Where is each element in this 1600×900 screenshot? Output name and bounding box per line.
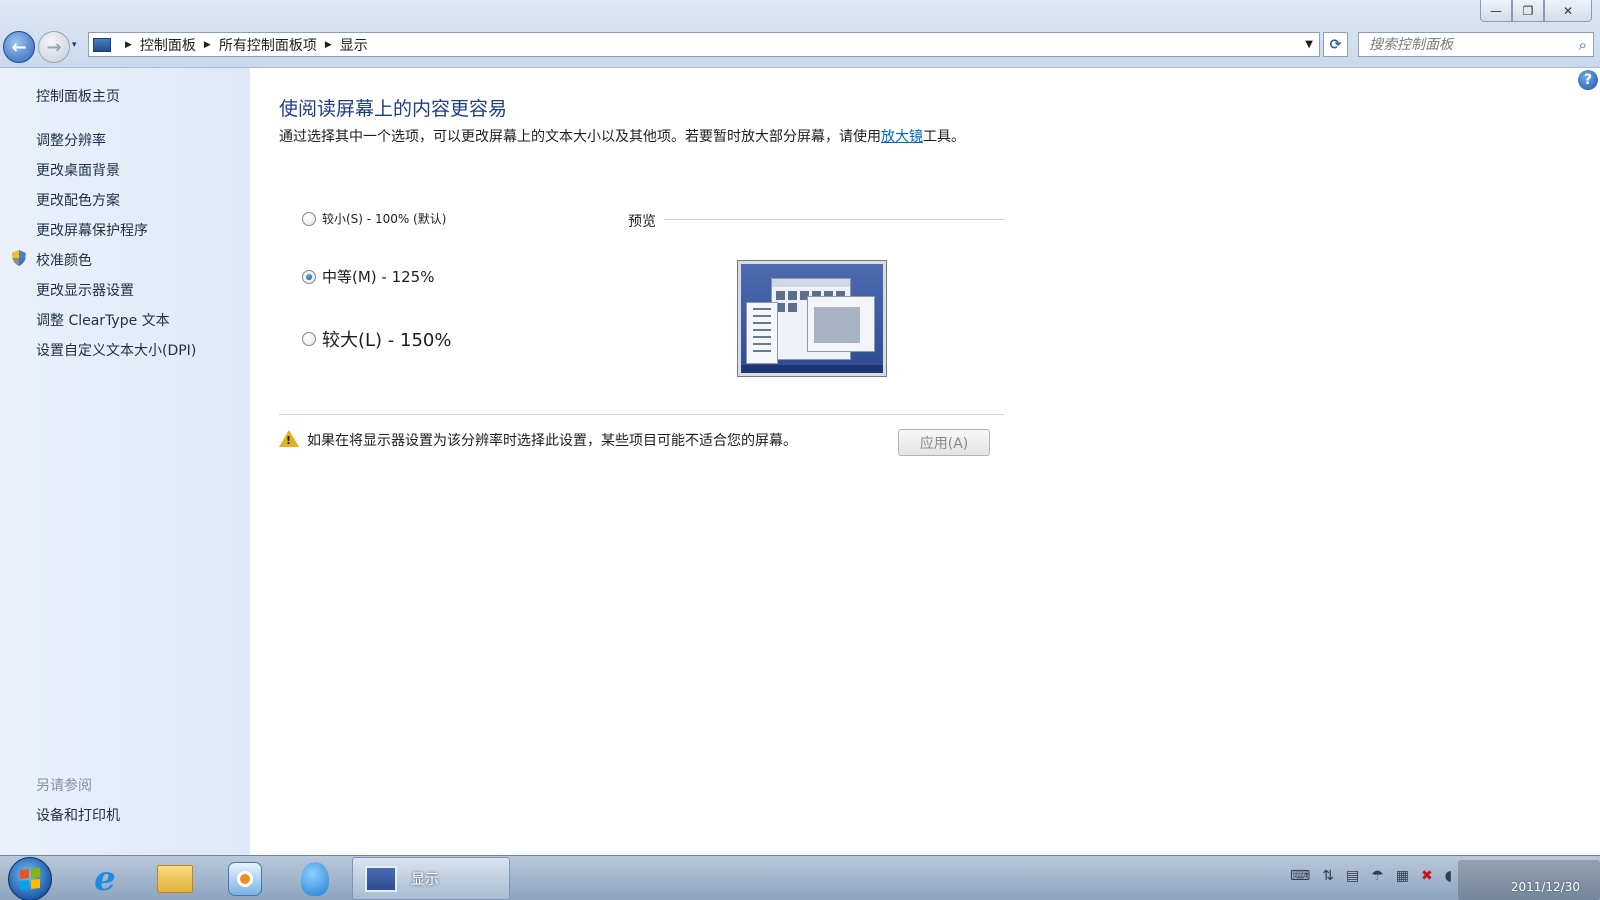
description-text-end: 工具。 (923, 129, 965, 145)
preview-image (737, 260, 887, 377)
close-button[interactable]: ✕ (1544, 0, 1592, 22)
taskbar-explorer[interactable] (150, 860, 200, 898)
breadcrumb-separator[interactable]: ▶ (325, 40, 332, 50)
taskbar-media-player[interactable] (220, 860, 270, 898)
network-icon[interactable]: ⇅ (1322, 868, 1334, 884)
page-title: 使阅读屏幕上的内容更容易 (279, 98, 508, 120)
sidebar-item-screensaver[interactable]: 更改屏幕保护程序 (36, 220, 148, 240)
breadcrumb-control-panel[interactable]: 控制面板 (140, 35, 196, 55)
sidebar: 控制面板主页 调整分辨率 更改桌面背景 更改配色方案 更改屏幕保护程序 校准颜色… (0, 68, 250, 855)
sidebar-item-cleartype[interactable]: 调整 ClearType 文本 (36, 310, 170, 330)
apply-button[interactable]: 应用(A) (898, 429, 990, 456)
uac-shield-icon (12, 250, 26, 266)
volume-icon[interactable]: ◖ (1445, 868, 1452, 884)
sidebar-item-home[interactable]: 控制面板主页 (36, 86, 120, 106)
error-icon[interactable]: ✖ (1421, 868, 1433, 884)
security-icon[interactable]: ▤ (1346, 868, 1359, 884)
breadcrumb-separator: ▶ (125, 39, 132, 50)
sidebar-item-color-scheme[interactable]: 更改配色方案 (36, 190, 120, 210)
preview-window (807, 296, 875, 352)
display-window-icon (365, 865, 397, 892)
preview-taskbar (741, 365, 883, 373)
start-button[interactable] (8, 857, 52, 900)
refresh-icon: ⟳ (1329, 36, 1342, 53)
sidebar-item-calibrate-color[interactable]: 校准颜色 (36, 250, 92, 270)
breadcrumb-all-items[interactable]: 所有控制面板项 (219, 35, 317, 55)
page-description: 通过选择其中一个选项，可以更改屏幕上的文本大小以及其他项。若要暂时放大部分屏幕，… (279, 127, 999, 148)
taskbar-display-label: 显示 (411, 871, 439, 888)
clock[interactable]: 2011/12/30 (1511, 860, 1580, 894)
see-also-devices-printers[interactable]: 设备和打印机 (36, 805, 120, 825)
taskbar: e 显示 ⌨ ⇅ ▤ ☂ ▦ ✖ ◖ 2011/12/30 (0, 855, 1600, 900)
help-icon: ? (1583, 72, 1593, 88)
magnifier-link[interactable]: 放大镜 (881, 129, 923, 145)
qq-icon (301, 862, 329, 896)
search-icon[interactable]: ⌕ (1579, 36, 1587, 54)
umbrella-icon[interactable]: ☂ (1371, 868, 1384, 884)
folder-icon (157, 865, 193, 893)
preview-screen (741, 264, 883, 373)
display-icon[interactable]: ▦ (1396, 868, 1409, 884)
internet-explorer-icon: e (94, 859, 116, 899)
warning-mark: ! (286, 434, 292, 447)
option-larger-label[interactable]: 较大(L) - 150% (322, 326, 451, 352)
sidebar-item-custom-dpi[interactable]: 设置自定义文本大小(DPI) (36, 340, 196, 360)
breadcrumb-display[interactable]: 显示 (340, 35, 368, 55)
warning-text: 如果在将显示器设置为该分辨率时选择此设置，某些项目可能不适合您的屏幕。 (307, 433, 797, 449)
breadcrumb-separator[interactable]: ▶ (204, 40, 211, 50)
preview-label: 预览 (628, 214, 656, 230)
system-tray: ⌨ ⇅ ▤ ☂ ▦ ✖ ◖ (1290, 868, 1452, 884)
option-medium[interactable]: 中等(M) - 125% (302, 266, 434, 287)
windows-logo-icon (20, 867, 40, 891)
option-smaller[interactable]: 较小(S) - 100% (默认) (302, 210, 446, 227)
taskbar-display-window[interactable]: 显示 (352, 857, 510, 900)
divider (279, 414, 1004, 415)
window-controls: — ❐ ✕ (1480, 0, 1592, 22)
restore-button[interactable]: ❐ (1512, 0, 1544, 22)
radio-larger[interactable] (302, 332, 316, 346)
address-dropdown-icon[interactable]: ▼ (1305, 39, 1313, 50)
minimize-button[interactable]: — (1480, 0, 1512, 22)
clock-date: 2011/12/30 (1510, 880, 1580, 894)
address-bar[interactable]: ▶ 控制面板 ▶ 所有控制面板项 ▶ 显示 ▼ (88, 32, 1320, 57)
search-input[interactable] (1359, 33, 1559, 56)
preview-window (746, 302, 778, 364)
refresh-button[interactable]: ⟳ (1323, 32, 1348, 57)
taskbar-ie[interactable]: e (80, 859, 130, 899)
control-panel-icon (93, 37, 111, 52)
forward-arrow-icon: → (46, 36, 62, 58)
see-also-heading: 另请参阅 (36, 778, 92, 794)
back-arrow-icon: ← (11, 36, 27, 58)
back-button[interactable]: ← (3, 31, 35, 63)
sidebar-item-background[interactable]: 更改桌面背景 (36, 160, 120, 180)
title-bar: — ❐ ✕ ← → ▾ ▶ 控制面板 ▶ 所有控制面板项 ▶ 显示 ▼ ⟳ ⌕ (0, 0, 1600, 68)
search-box[interactable]: ⌕ (1358, 32, 1594, 57)
sidebar-item-display-settings[interactable]: 更改显示器设置 (36, 280, 134, 300)
radio-smaller[interactable] (302, 211, 316, 226)
option-smaller-label[interactable]: 较小(S) - 100% (默认) (322, 210, 446, 227)
forward-button[interactable]: → (38, 31, 70, 63)
radio-medium[interactable] (302, 269, 316, 284)
option-medium-label[interactable]: 中等(M) - 125% (322, 266, 434, 287)
taskbar-qq[interactable] (290, 860, 340, 898)
media-player-icon (228, 862, 262, 896)
sidebar-item-resolution[interactable]: 调整分辨率 (36, 130, 106, 150)
option-larger[interactable]: 较大(L) - 150% (302, 326, 451, 352)
recent-pages-button[interactable]: ▾ (72, 40, 77, 50)
keyboard-icon[interactable]: ⌨ (1290, 868, 1310, 884)
help-button[interactable]: ? (1578, 70, 1598, 90)
description-text: 通过选择其中一个选项，可以更改屏幕上的文本大小以及其他项。若要暂时放大部分屏幕，… (279, 129, 881, 145)
preview-divider (664, 219, 1004, 220)
